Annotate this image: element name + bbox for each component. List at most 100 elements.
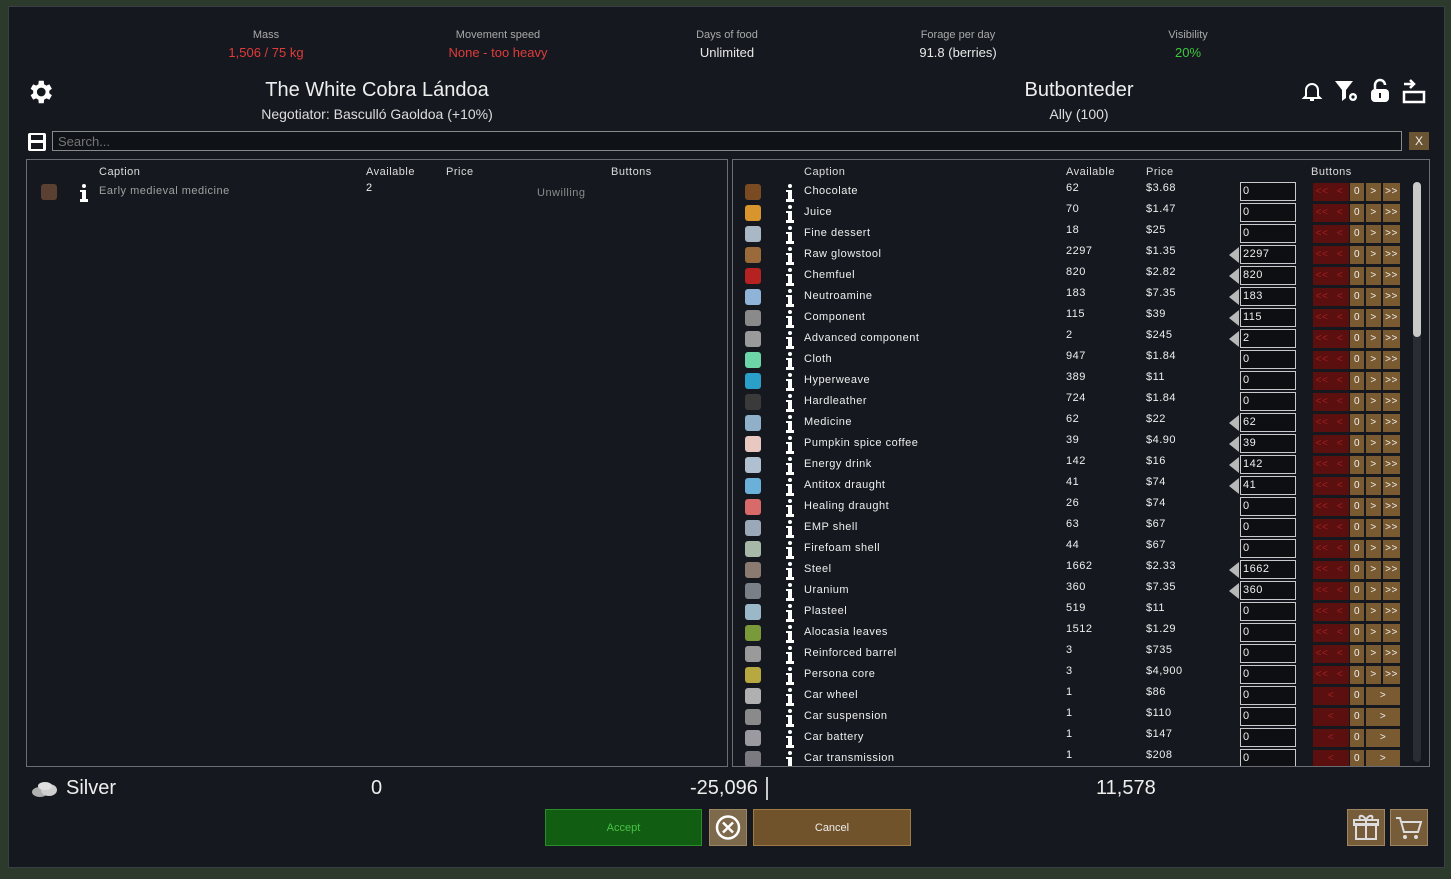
zero-button[interactable]: 0: [1350, 729, 1364, 747]
quantity-input[interactable]: 0: [1240, 497, 1296, 516]
zero-button[interactable]: 0: [1350, 183, 1364, 201]
quantity-input[interactable]: 0: [1240, 602, 1296, 621]
right-button[interactable]: >: [1366, 561, 1381, 579]
save-icon[interactable]: [27, 132, 47, 152]
zero-button[interactable]: 0: [1350, 330, 1364, 348]
far-right-button[interactable]: >>: [1383, 372, 1400, 390]
quantity-input[interactable]: 0: [1240, 203, 1296, 222]
zero-button[interactable]: 0: [1350, 372, 1364, 390]
info-icon[interactable]: [785, 392, 795, 413]
zero-button[interactable]: 0: [1350, 687, 1364, 705]
left-button[interactable]: <: [1331, 288, 1349, 306]
right-button[interactable]: >: [1366, 645, 1381, 663]
zero-button[interactable]: 0: [1350, 645, 1364, 663]
far-right-button[interactable]: >>: [1383, 645, 1400, 663]
zero-button[interactable]: 0: [1350, 603, 1364, 621]
info-icon[interactable]: [785, 497, 795, 518]
right-button[interactable]: >: [1366, 540, 1381, 558]
far-left-button[interactable]: <<: [1313, 477, 1331, 495]
zero-button[interactable]: 0: [1350, 750, 1364, 766]
info-icon[interactable]: [785, 308, 795, 329]
quantity-input[interactable]: 115: [1240, 308, 1296, 327]
left-button[interactable]: <: [1331, 351, 1349, 369]
zero-button[interactable]: 0: [1350, 435, 1364, 453]
scrollbar-thumb[interactable]: [1413, 182, 1421, 337]
far-left-button[interactable]: <<: [1313, 393, 1331, 411]
cancel-button[interactable]: Cancel: [753, 809, 911, 846]
far-right-button[interactable]: >>: [1383, 498, 1400, 516]
far-left-button[interactable]: <<: [1313, 435, 1331, 453]
quantity-input[interactable]: 0: [1240, 182, 1296, 201]
zero-button[interactable]: 0: [1350, 498, 1364, 516]
right-button[interactable]: >: [1366, 477, 1381, 495]
info-icon[interactable]: [785, 182, 795, 203]
quantity-input[interactable]: 62: [1240, 413, 1296, 432]
info-icon[interactable]: [785, 224, 795, 245]
quantity-input[interactable]: 0: [1240, 707, 1296, 726]
quantity-input[interactable]: 0: [1240, 350, 1296, 369]
far-right-button[interactable]: >>: [1383, 330, 1400, 348]
far-right-button[interactable]: >>: [1383, 267, 1400, 285]
right-button[interactable]: >: [1366, 246, 1381, 264]
left-button[interactable]: <: [1331, 309, 1349, 327]
clear-search-button[interactable]: X: [1409, 132, 1429, 150]
zero-button[interactable]: 0: [1350, 414, 1364, 432]
info-icon[interactable]: [785, 623, 795, 644]
left-button[interactable]: <: [1331, 183, 1349, 201]
info-icon[interactable]: [785, 371, 795, 392]
quantity-input[interactable]: 0: [1240, 392, 1296, 411]
info-icon[interactable]: [785, 602, 795, 623]
info-icon[interactable]: [785, 266, 795, 287]
search-input[interactable]: [52, 131, 1402, 151]
right-button[interactable]: >: [1366, 582, 1381, 600]
quantity-input[interactable]: 2297: [1240, 245, 1296, 264]
quantity-input[interactable]: 0: [1240, 539, 1296, 558]
left-button[interactable]: <: [1331, 267, 1349, 285]
zero-button[interactable]: 0: [1350, 477, 1364, 495]
info-icon[interactable]: [785, 476, 795, 497]
quantity-input[interactable]: 0: [1240, 665, 1296, 684]
quantity-input[interactable]: 0: [1240, 224, 1296, 243]
left-button[interactable]: <: [1313, 729, 1349, 747]
left-button[interactable]: <: [1331, 540, 1349, 558]
quantity-input[interactable]: 820: [1240, 266, 1296, 285]
left-button[interactable]: <: [1331, 246, 1349, 264]
info-icon[interactable]: [785, 539, 795, 560]
zero-button[interactable]: 0: [1350, 288, 1364, 306]
right-button[interactable]: >: [1366, 267, 1381, 285]
zero-button[interactable]: 0: [1350, 561, 1364, 579]
quantity-input[interactable]: 1662: [1240, 560, 1296, 579]
info-icon[interactable]: [785, 665, 795, 686]
right-button[interactable]: >: [1366, 372, 1381, 390]
left-button[interactable]: <: [1331, 561, 1349, 579]
zero-button[interactable]: 0: [1350, 624, 1364, 642]
far-left-button[interactable]: <<: [1313, 456, 1331, 474]
left-button[interactable]: <: [1331, 582, 1349, 600]
left-button[interactable]: <: [1331, 393, 1349, 411]
right-button[interactable]: >: [1366, 225, 1381, 243]
right-button[interactable]: >: [1366, 687, 1400, 705]
right-button[interactable]: >: [1366, 393, 1381, 411]
far-right-button[interactable]: >>: [1383, 477, 1400, 495]
left-button[interactable]: <: [1331, 414, 1349, 432]
info-icon[interactable]: [785, 560, 795, 581]
right-button[interactable]: >: [1366, 288, 1381, 306]
far-right-button[interactable]: >>: [1383, 435, 1400, 453]
left-button[interactable]: <: [1313, 687, 1349, 705]
quantity-input[interactable]: 0: [1240, 728, 1296, 747]
right-button[interactable]: >: [1366, 498, 1381, 516]
far-left-button[interactable]: <<: [1313, 414, 1331, 432]
info-icon[interactable]: [785, 350, 795, 371]
right-button[interactable]: >: [1366, 204, 1381, 222]
zero-button[interactable]: 0: [1350, 708, 1364, 726]
left-button[interactable]: <: [1331, 645, 1349, 663]
far-right-button[interactable]: >>: [1383, 582, 1400, 600]
far-right-button[interactable]: >>: [1383, 414, 1400, 432]
right-button[interactable]: >: [1366, 666, 1381, 684]
quantity-input[interactable]: 0: [1240, 686, 1296, 705]
left-button[interactable]: <: [1331, 225, 1349, 243]
accept-button[interactable]: Accept: [545, 809, 702, 846]
left-button[interactable]: <: [1313, 750, 1349, 766]
right-button[interactable]: >: [1366, 708, 1400, 726]
quantity-input[interactable]: 39: [1240, 434, 1296, 453]
